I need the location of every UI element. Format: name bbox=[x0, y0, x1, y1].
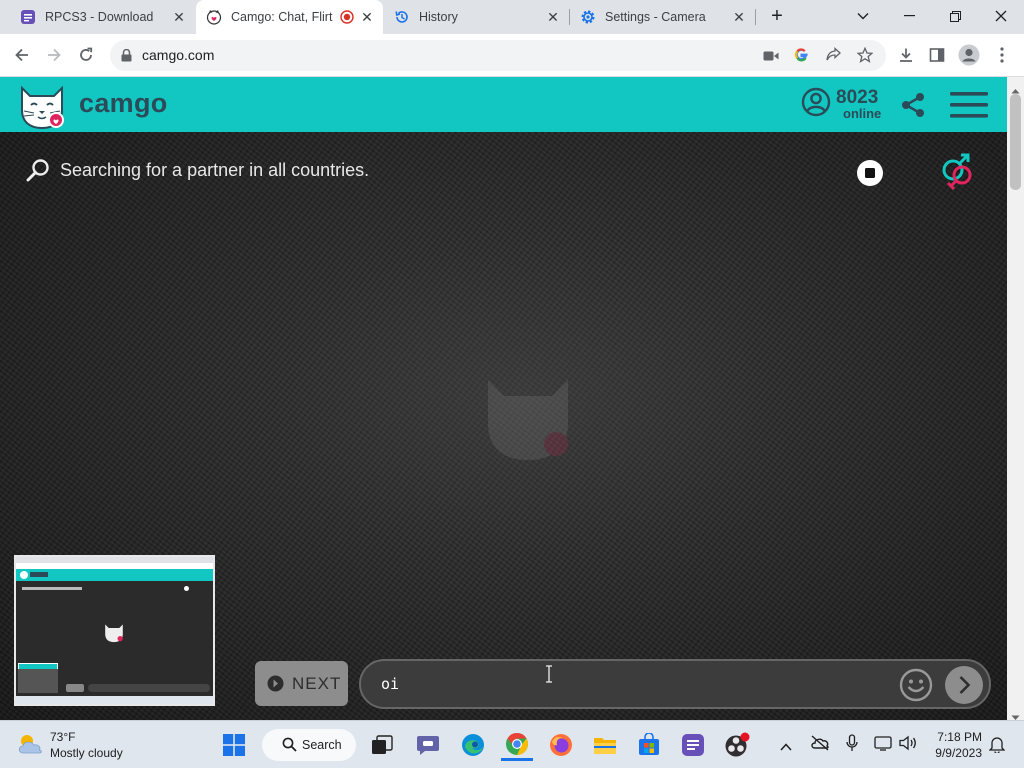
self-camera-preview[interactable] bbox=[14, 555, 215, 706]
emoji-icon[interactable] bbox=[899, 668, 933, 707]
show-hidden-icons-chevron[interactable] bbox=[780, 738, 792, 756]
url-text[interactable]: camgo.com bbox=[142, 47, 214, 63]
reload-button[interactable] bbox=[71, 40, 101, 70]
text-cursor-icon bbox=[545, 665, 553, 688]
stop-button[interactable] bbox=[856, 159, 884, 192]
back-button[interactable] bbox=[7, 40, 37, 70]
tab-title: History bbox=[419, 10, 458, 24]
close-window-button[interactable] bbox=[978, 0, 1024, 32]
google-translate-icon[interactable] bbox=[794, 47, 809, 65]
scroll-thumb[interactable] bbox=[1010, 94, 1021, 190]
settings-gear-icon bbox=[580, 9, 596, 25]
partner-video-area: Searching for a partner in all countries… bbox=[0, 132, 1007, 720]
download-button[interactable] bbox=[891, 40, 921, 70]
profile-avatar[interactable] bbox=[954, 40, 984, 70]
clock-time[interactable]: 7:18 PM bbox=[928, 730, 982, 744]
microphone-icon[interactable] bbox=[845, 734, 859, 757]
search-icon bbox=[282, 737, 297, 757]
tab-search-chevron-icon[interactable] bbox=[840, 0, 886, 32]
weather-description[interactable]: Mostly cloudy bbox=[50, 746, 123, 760]
notes-icon[interactable] bbox=[677, 729, 709, 761]
tab-title: RPCS3 - Download bbox=[45, 10, 154, 24]
volume-icon[interactable] bbox=[899, 735, 917, 756]
minimize-button[interactable] bbox=[886, 0, 932, 32]
share-icon[interactable] bbox=[901, 92, 925, 123]
next-label: NEXT bbox=[292, 673, 342, 693]
hamburger-menu-icon[interactable] bbox=[950, 92, 988, 123]
tab-strip: RPCS3 - Download ✕ Camgo: Chat, Flirt ✕ … bbox=[0, 0, 1024, 34]
edge-icon[interactable] bbox=[457, 729, 489, 761]
bookmark-star-icon[interactable] bbox=[856, 46, 874, 68]
gender-filter-icon[interactable] bbox=[939, 153, 977, 198]
history-icon bbox=[394, 9, 410, 25]
browser-menu-icon[interactable] bbox=[987, 40, 1017, 70]
tab-rpcs3[interactable]: RPCS3 - Download ✕ bbox=[0, 0, 195, 34]
camgo-logo-text[interactable]: camgo bbox=[79, 88, 168, 119]
file-explorer-icon[interactable] bbox=[589, 729, 621, 761]
close-tab-icon[interactable]: ✕ bbox=[731, 9, 747, 25]
search-status-text: Searching for a partner in all countries… bbox=[60, 160, 370, 180]
camgo-favicon-icon bbox=[206, 9, 222, 25]
browser-toolbar: camgo.com bbox=[0, 34, 1024, 77]
task-view-icon[interactable] bbox=[366, 729, 398, 761]
notification-bell-icon[interactable] bbox=[988, 735, 1006, 758]
tab-camgo[interactable]: Camgo: Chat, Flirt ✕ bbox=[196, 0, 383, 34]
camgo-header: camgo 8023 online bbox=[0, 77, 1007, 132]
search-icon bbox=[26, 158, 50, 187]
windows-taskbar: 73°F Mostly cloudy Search 7:18 PM 9/9/20… bbox=[0, 720, 1024, 768]
close-tab-icon[interactable]: ✕ bbox=[171, 9, 187, 25]
store-icon[interactable] bbox=[633, 729, 665, 761]
obs-icon[interactable] bbox=[721, 729, 753, 761]
side-panel-icon[interactable] bbox=[922, 40, 952, 70]
taskbar-search-label: Search bbox=[302, 738, 342, 752]
chat-input-value[interactable]: oi bbox=[381, 675, 399, 693]
weather-temperature[interactable]: 73°F bbox=[50, 730, 75, 744]
send-button[interactable] bbox=[945, 666, 983, 709]
start-icon[interactable] bbox=[218, 729, 250, 761]
tab-title: Settings - Camera bbox=[605, 10, 706, 24]
page-scrollbar[interactable] bbox=[1007, 77, 1024, 720]
close-tab-icon[interactable]: ✕ bbox=[545, 9, 561, 25]
tab-settings-camera[interactable]: Settings - Camera ✕ bbox=[570, 0, 755, 34]
tab-history[interactable]: History ✕ bbox=[384, 0, 569, 34]
share-page-icon[interactable] bbox=[825, 47, 841, 68]
chat-message-input[interactable]: oi bbox=[359, 659, 991, 709]
online-users-icon bbox=[801, 87, 831, 122]
close-tab-icon[interactable]: ✕ bbox=[359, 9, 375, 25]
recording-icon bbox=[339, 9, 355, 25]
teams-chat-icon[interactable] bbox=[412, 729, 444, 761]
next-arrow-icon bbox=[267, 675, 284, 692]
tab-title: Camgo: Chat, Flirt bbox=[231, 10, 333, 24]
next-button[interactable]: NEXT bbox=[255, 661, 348, 706]
rpcs3-favicon-icon bbox=[20, 9, 36, 25]
address-bar[interactable]: camgo.com bbox=[110, 40, 886, 71]
restore-button[interactable] bbox=[932, 0, 978, 32]
clock-date[interactable]: 9/9/2023 bbox=[928, 746, 982, 760]
forward-button[interactable] bbox=[39, 40, 69, 70]
taskbar-search-box[interactable]: Search bbox=[262, 729, 356, 761]
online-count: 8023 bbox=[836, 87, 879, 108]
weather-cloudy-icon[interactable] bbox=[15, 731, 45, 762]
online-label: online bbox=[843, 106, 882, 121]
lock-icon[interactable] bbox=[121, 48, 132, 67]
faint-logo-watermark bbox=[478, 364, 578, 469]
chrome-icon[interactable] bbox=[501, 729, 533, 761]
new-tab-button[interactable]: + bbox=[754, 0, 800, 32]
camera-in-use-icon[interactable] bbox=[763, 49, 779, 67]
camgo-cat-logo-icon[interactable] bbox=[18, 80, 66, 135]
firefox-icon[interactable] bbox=[545, 729, 577, 761]
network-icon[interactable] bbox=[874, 735, 892, 756]
onedrive-offline-icon[interactable] bbox=[810, 735, 830, 756]
